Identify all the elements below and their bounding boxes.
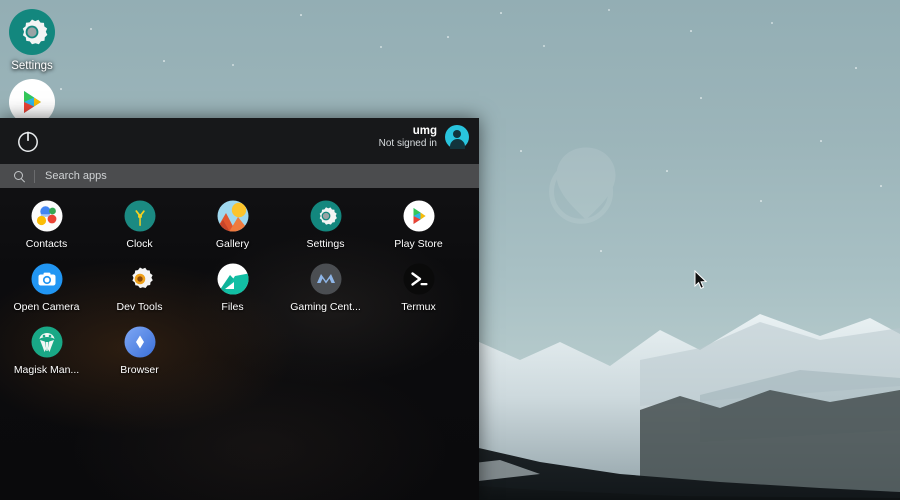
- account-area[interactable]: umg Not signed in: [379, 124, 469, 151]
- gaming-center-icon: [310, 263, 342, 295]
- contacts-icon: [31, 200, 63, 232]
- search-placeholder: Search apps: [45, 170, 107, 182]
- gallery-icon: [217, 200, 249, 232]
- app-item-open-camera[interactable]: Open Camera: [0, 259, 93, 322]
- avatar-head: [453, 130, 461, 139]
- app-label: Gallery: [215, 238, 250, 250]
- search-divider: [34, 169, 35, 183]
- app-label: Files: [221, 301, 244, 313]
- settings-gear-icon: [310, 200, 342, 232]
- settings-gear-icon: [8, 8, 56, 56]
- avatar-body: [449, 138, 465, 149]
- desktop-icon-label: Settings: [11, 60, 53, 72]
- dev-tools-gear-icon: [124, 263, 156, 295]
- play-store-icon: [403, 200, 435, 232]
- app-label: Open Camera: [13, 301, 80, 313]
- app-label: Termux: [401, 301, 436, 313]
- app-item-dev-tools[interactable]: Dev Tools: [93, 259, 186, 322]
- app-grid-empty-slot: [372, 322, 465, 385]
- app-item-termux[interactable]: Termux: [372, 259, 465, 322]
- terminal-icon: [403, 263, 435, 295]
- browser-icon: [124, 326, 156, 358]
- app-item-clock[interactable]: Clock: [93, 196, 186, 259]
- launcher-topbar: umg Not signed in: [0, 118, 479, 164]
- app-label: Contacts: [25, 238, 68, 250]
- app-label: Settings: [306, 238, 345, 250]
- account-avatar-icon[interactable]: [445, 125, 469, 150]
- app-label: Browser: [120, 364, 159, 376]
- app-item-gallery[interactable]: Gallery: [186, 196, 279, 259]
- app-grid-empty-slot: [186, 322, 279, 385]
- account-name: umg: [412, 125, 437, 137]
- app-item-settings[interactable]: Settings: [279, 196, 372, 259]
- camera-icon: [31, 263, 63, 295]
- account-text: umg Not signed in: [379, 124, 437, 151]
- power-icon[interactable]: [14, 127, 42, 155]
- app-label: Dev Tools: [116, 301, 163, 313]
- app-item-contacts[interactable]: Contacts: [0, 196, 93, 259]
- app-label: Magisk Man...: [13, 364, 80, 376]
- app-launcher-panel: umg Not signed in Search apps Contacts C…: [0, 118, 479, 500]
- app-label: Clock: [126, 238, 153, 250]
- app-grid: Contacts Clock Gallery Settings Play Sto…: [0, 196, 479, 385]
- mouse-pointer-icon: [694, 269, 708, 290]
- app-grid-row: Contacts Clock Gallery Settings Play Sto…: [0, 196, 479, 259]
- files-icon: [217, 263, 249, 295]
- app-item-gaming-center[interactable]: Gaming Cent...: [279, 259, 372, 322]
- magisk-icon: [31, 326, 63, 358]
- account-status: Not signed in: [378, 138, 437, 150]
- desktop-icon-settings[interactable]: Settings: [0, 8, 64, 72]
- screen: Settings umg Not signed in Search apps C…: [0, 0, 900, 500]
- app-label: Play Store: [394, 238, 443, 250]
- app-item-magisk-manager[interactable]: Magisk Man...: [0, 322, 93, 385]
- app-item-files[interactable]: Files: [186, 259, 279, 322]
- app-item-browser[interactable]: Browser: [93, 322, 186, 385]
- search-icon: [14, 170, 25, 182]
- app-item-play-store[interactable]: Play Store: [372, 196, 465, 259]
- app-grid-empty-slot: [279, 322, 372, 385]
- app-label: Gaming Cent...: [290, 301, 361, 313]
- search-input[interactable]: Search apps: [0, 164, 479, 188]
- app-grid-row: Magisk Man... Browser: [0, 322, 479, 385]
- app-grid-row: Open Camera Dev Tools Files Gaming Cent.…: [0, 259, 479, 322]
- clock-icon: [124, 200, 156, 232]
